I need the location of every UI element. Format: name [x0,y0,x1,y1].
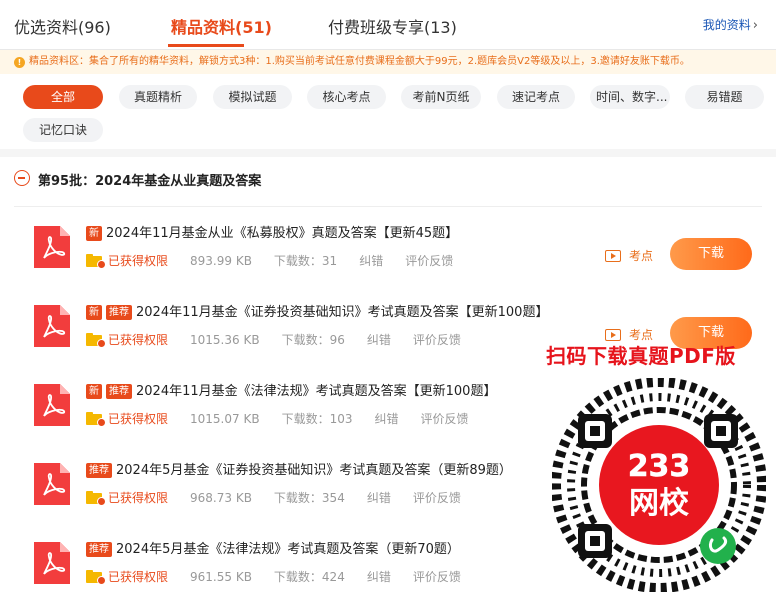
pdf-file-icon [34,384,70,426]
tab-selected-materials[interactable]: 优选资料(96) [14,14,111,38]
tab-paid-class[interactable]: 付费班级专享(13) [328,14,457,38]
promo-text: 扫码下载真题PDF版 [546,344,736,368]
notice-bar: ! 精品资料区：集合了所有的精华资料，解锁方式3种：1.购买当前考试任意付费课程金… [0,50,776,74]
new-badge: 新 [86,305,102,320]
report-error-link[interactable]: 纠错 [367,333,391,347]
collapse-icon[interactable] [14,170,30,186]
download-count: 下载数：424 [273,570,345,584]
folder-lock-icon [86,254,106,269]
qr-logo-number: 233 [628,449,691,484]
feedback-link[interactable]: 评价反馈 [413,491,461,505]
permission-status: 已获得权限 [108,570,169,584]
filter-mock[interactable]: 模拟试题 [213,85,292,109]
item-title-text[interactable]: 2024年11月基金《法律法规》考试真题及答案【更新100题】 [136,384,496,399]
pdf-file-icon [34,463,70,505]
item-title-text[interactable]: 2024年5月基金《证券投资基础知识》考试真题及答案（更新89题） [116,463,512,478]
tab-premium-materials[interactable]: 精品资料(51) [171,14,272,38]
divider [14,206,762,207]
filter-all[interactable]: 全部 [23,85,103,109]
item-title-text[interactable]: 2024年11月基金从业《私募股权》真题及答案【更新45题】 [106,226,458,241]
report-error-link[interactable]: 纠错 [359,254,383,268]
download-button[interactable]: 下载 [670,238,752,270]
item-title[interactable]: 新推荐 2024年11月基金《法律法规》考试真题及答案【更新100题】 [86,380,496,399]
item-meta: 已获得权限 961.55 KB 下载数：424 纠错 评价反馈 [86,568,461,586]
item-title[interactable]: 推荐 2024年5月基金《证券投资基础知识》考试真题及答案（更新89题） [86,459,512,478]
download-count: 下载数：31 [273,254,338,268]
filter-memory-tips[interactable]: 记忆口诀 [23,118,103,142]
my-materials-link[interactable]: 我的资料 › [703,16,758,33]
batch-title: 第95批：2024年基金从业真题及答案 [38,174,262,189]
kaodian-link[interactable]: 考点 [605,247,653,264]
folder-lock-icon [86,333,106,348]
permission-status: 已获得权限 [108,491,169,505]
download-count: 下载数：103 [281,412,353,426]
folder-lock-icon [86,412,106,427]
qr-code[interactable]: 233 网校 [552,378,766,592]
item-title-text[interactable]: 2024年5月基金《法律法规》考试真题及答案（更新70题） [116,542,460,557]
pdf-file-icon [34,542,70,584]
filter-error-prone[interactable]: 易错题 [685,85,764,109]
file-size: 1015.07 KB [190,412,260,426]
qr-logo-circle [599,425,719,545]
pdf-file-icon [34,305,70,347]
list-item: 新 2024年11月基金从业《私募股权》真题及答案【更新45题】 已获得权限 893… [0,216,776,296]
recommend-badge: 推荐 [106,384,132,399]
warning-icon: ! [14,57,25,68]
item-meta: 已获得权限 1015.07 KB 下载数：103 纠错 评价反馈 [86,410,469,428]
folder-lock-icon [86,570,106,585]
folder-lock-icon [86,491,106,506]
item-meta: 已获得权限 893.99 KB 下载数：31 纠错 评价反馈 [86,252,453,270]
my-materials-label: 我的资料 [702,18,751,32]
permission-status: 已获得权限 [108,254,169,268]
video-play-icon [605,250,621,262]
permission-status: 已获得权限 [108,333,169,347]
new-badge: 新 [86,384,102,399]
filter-time-numbers[interactable]: 时间、数字... [590,85,670,109]
feedback-link[interactable]: 评价反馈 [420,412,468,426]
filter-real-exam[interactable]: 真题精析 [119,85,197,109]
pdf-file-icon [34,226,70,268]
section-divider [0,149,776,157]
item-title[interactable]: 新推荐 2024年11月基金《证券投资基础知识》考试真题及答案【更新100题】 [86,301,548,320]
new-badge: 新 [86,226,102,241]
file-size: 1015.36 KB [190,333,260,347]
qr-logo-text: 网校 [629,486,689,521]
item-title-text[interactable]: 2024年11月基金《证券投资基础知识》考试真题及答案【更新100题】 [136,305,548,320]
recommend-badge: 推荐 [86,463,112,478]
report-error-link[interactable]: 纠错 [367,491,391,505]
recommend-badge: 推荐 [106,305,132,320]
feedback-link[interactable]: 评价反馈 [413,570,461,584]
item-title[interactable]: 推荐 2024年5月基金《法律法规》考试真题及答案（更新70题） [86,538,460,557]
report-error-link[interactable]: 纠错 [374,412,398,426]
notice-text: 精品资料区：集合了所有的精华资料，解锁方式3种：1.购买当前考试任意付费课程金额… [29,56,690,67]
item-meta: 已获得权限 1015.36 KB 下载数：96 纠错 评价反馈 [86,331,461,349]
item-title[interactable]: 新 2024年11月基金从业《私募股权》真题及答案【更新45题】 [86,222,458,241]
item-meta: 已获得权限 968.73 KB 下载数：354 纠错 评价反馈 [86,489,461,507]
filter-core-points[interactable]: 核心考点 [307,85,386,109]
report-error-link[interactable]: 纠错 [367,570,391,584]
filter-quick-memory[interactable]: 速记考点 [497,85,575,109]
material-tabs: 优选资料(96) 精品资料(51) 付费班级专享(13) 我的资料 › [0,0,776,50]
feedback-link[interactable]: 评价反馈 [405,254,453,268]
feedback-link[interactable]: 评价反馈 [413,333,461,347]
permission-status: 已获得权限 [108,412,169,426]
wechat-miniprogram-icon [700,528,736,564]
recommend-badge: 推荐 [86,542,112,557]
filter-n-pages[interactable]: 考前N页纸 [401,85,481,109]
download-count: 下载数：354 [273,491,345,505]
file-size: 961.55 KB [190,570,252,584]
active-tab-indicator [168,44,244,47]
chevron-right-icon: › [752,18,758,33]
file-size: 893.99 KB [190,254,252,268]
file-size: 968.73 KB [190,491,252,505]
kaodian-label: 考点 [629,249,654,263]
download-count: 下载数：96 [281,333,345,347]
